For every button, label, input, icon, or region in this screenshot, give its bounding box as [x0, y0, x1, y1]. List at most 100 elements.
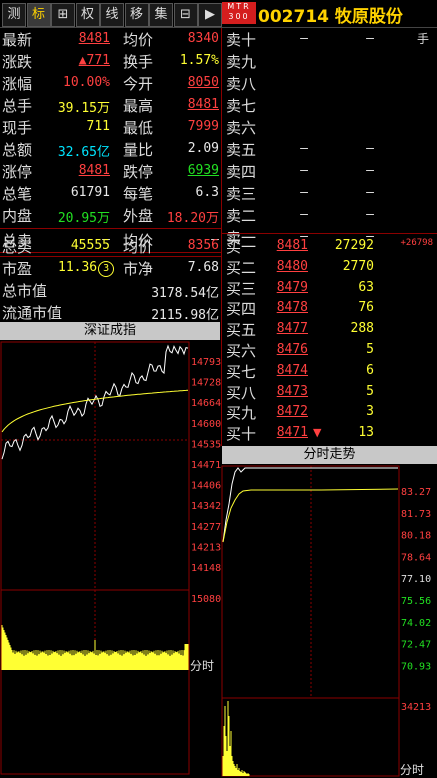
bid-label-5: 买五	[226, 321, 257, 340]
low-value: 7999	[187, 119, 219, 134]
trades-value: 61791	[70, 185, 110, 200]
limit-up-label: 涨停	[2, 163, 33, 181]
bid-volume-7: 6	[366, 362, 374, 378]
stock-name: 牧原股份	[334, 7, 403, 27]
total-buy-value: 45555	[70, 238, 110, 253]
inner-label: 内盘	[2, 207, 33, 225]
index-time-label[interactable]: 分时	[190, 659, 214, 673]
amount-value: 32.65亿	[57, 145, 110, 160]
index-chart-title[interactable]: 深证成指	[0, 322, 220, 340]
pb-value: 7.68	[187, 260, 219, 275]
vol-ratio-value: 2.09	[187, 141, 219, 156]
ask-volume-7: —	[366, 163, 374, 178]
change-label: 涨跌	[2, 53, 33, 71]
amount-label: 总额	[2, 141, 33, 159]
unit-label: 手	[416, 32, 429, 46]
index-price-tick: 14793	[191, 357, 221, 368]
toolbar-button-rights[interactable]: 权	[75, 3, 100, 27]
ask-price-9: —	[300, 207, 308, 222]
bid-label-6: 买六	[226, 342, 257, 360]
index-price-tick: 14277	[191, 522, 221, 533]
per-trade-label: 每笔	[123, 185, 154, 203]
stock-price-tick: 77.10	[401, 574, 431, 585]
bid-price-9[interactable]: 8472	[277, 404, 308, 419]
stock-price-tick: 75.56	[401, 596, 431, 607]
bid-volume-6: 5	[366, 342, 374, 357]
bid-label-9: 买九	[226, 404, 257, 423]
ask-label-9: 卖二	[226, 207, 257, 225]
bid-volume-5: 288	[350, 321, 374, 337]
stock-volume-tick: 34213	[401, 702, 431, 713]
index-price-tick: 14406	[191, 481, 221, 492]
stock-price-tick: 74.02	[401, 618, 431, 629]
stock-chart-title[interactable]: 分时走势	[222, 446, 437, 464]
toolbar-button-test[interactable]: 测	[2, 3, 26, 27]
volume-value: 39.15万	[57, 101, 110, 116]
mcap-value: 3178.54亿	[151, 286, 219, 301]
toolbar-button-play[interactable]: ▶	[198, 3, 222, 27]
toolbar-button-grid[interactable]: ⊞	[51, 3, 75, 27]
total-buy-avg-value: 8356	[187, 238, 219, 253]
open-label: 今开	[123, 75, 154, 93]
stock-price-tick: 78.64	[401, 552, 431, 563]
bid-price-7[interactable]: 8474	[277, 363, 308, 378]
inner-value: 20.95万	[57, 211, 110, 226]
bid-label-10: 买十	[226, 425, 257, 444]
ask-label-1: 卖十	[226, 31, 257, 49]
change-value[interactable]: ▲771	[79, 53, 110, 68]
limit-up-value[interactable]: 8481	[79, 163, 110, 178]
outer-label: 外盘	[123, 207, 154, 225]
index-price-tick: 14600	[191, 419, 221, 430]
float-mcap-value: 2115.98亿	[151, 308, 219, 323]
index-price-tick: 14728	[191, 378, 221, 389]
bid-price-3[interactable]: 8479	[277, 280, 308, 295]
stock-chart: 83.27 81.73 80.18 78.64 77.10 75.56 74.02 72.47…	[221, 465, 431, 777]
stock-price-tick: 83.27	[401, 487, 431, 498]
bid-volume-3: 63	[358, 279, 374, 295]
bid-price-6[interactable]: 8476	[277, 342, 308, 357]
open-value[interactable]: 8050	[188, 75, 219, 90]
index-volume-tick: 15080	[191, 594, 221, 605]
stock-price-ticks: 83.27 81.73 80.18 78.64 77.10 75.56 74.02 72.47…	[401, 487, 431, 672]
toolbar-button-mark[interactable]: 标	[26, 3, 51, 27]
limit-down-value[interactable]: 6939	[188, 163, 219, 178]
pe-badge[interactable]: 3	[98, 261, 115, 277]
quote-divider-1	[0, 228, 221, 229]
index-price-tick: 14148	[191, 563, 221, 574]
bid-price-2[interactable]: 8480	[277, 259, 308, 274]
ask-label-2: 卖九	[226, 53, 257, 71]
index-price-tick: 14471	[191, 460, 221, 471]
toolbar-button-collapse[interactable]: ⊟	[173, 3, 198, 27]
bid-label-3: 买三	[226, 279, 257, 298]
bid-price-1[interactable]: 8481	[277, 238, 308, 253]
latest-price[interactable]: 8481	[79, 31, 110, 46]
toolbar: 测标 ⊞ 权线移集 ⊟ ▶ MTR 300 002714 牧原股份	[0, 0, 437, 28]
bid-price-5[interactable]: 8477	[277, 321, 308, 336]
turnover-value: 1.57%	[179, 53, 219, 68]
market-badge: MTR 300	[222, 2, 256, 24]
ask-label-5: 卖六	[226, 119, 257, 137]
bid-label-2: 买二	[226, 258, 257, 277]
low-label: 最低	[123, 119, 154, 137]
stock-title: 002714 牧原股份	[258, 2, 403, 27]
pe-value: 11.36 3	[58, 260, 115, 277]
ask-price-8: —	[300, 185, 308, 200]
toolbar-button-collection[interactable]: 集	[149, 3, 173, 27]
trades-label: 总笔	[2, 185, 33, 203]
ask-label-6: 卖五	[226, 141, 257, 159]
stock-price-tick: 80.18	[401, 531, 431, 542]
bid-price-8[interactable]: 8473	[277, 384, 308, 399]
high-value[interactable]: 8481	[188, 97, 219, 112]
toolbar-button-move[interactable]: 移	[124, 3, 149, 27]
orderbook-divider	[221, 28, 222, 446]
stock-time-label[interactable]: 分时	[400, 763, 424, 777]
toolbar-divider	[0, 27, 437, 28]
stock-volume	[222, 701, 250, 776]
index-price-ticks: 14793 14728 14664 14600 14535 14471 14406 14342…	[191, 357, 221, 574]
mcap-label: 总市值	[2, 282, 48, 300]
current-label: 现手	[2, 119, 33, 137]
toolbar-button-line[interactable]: 线	[100, 3, 124, 27]
bid-price-10[interactable]: 8471	[277, 425, 308, 440]
bid-price-4[interactable]: 8478	[277, 300, 308, 315]
bid-label-8: 买八	[226, 383, 257, 402]
